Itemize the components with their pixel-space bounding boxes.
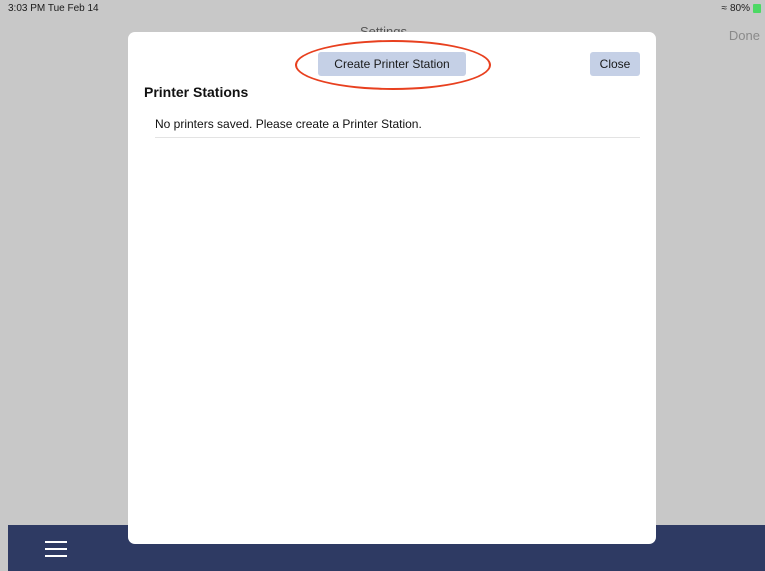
status-bar: 3:03 PM Tue Feb 14 ≈ 80%	[0, 0, 765, 16]
battery-percent: 80%	[729, 3, 750, 14]
section-title: Printer Stations	[144, 84, 249, 100]
close-button[interactable]: Close	[590, 52, 640, 76]
wifi-icon: ≈	[721, 3, 727, 14]
battery-icon	[753, 4, 761, 13]
empty-state-message: No printers saved. Please create a Print…	[155, 117, 422, 131]
list-divider	[155, 137, 640, 138]
create-printer-station-button[interactable]: Create Printer Station	[318, 52, 466, 76]
printer-stations-modal: Create Printer Station Close Printer Sta…	[128, 32, 656, 544]
status-time: 3:03 PM Tue Feb 14	[8, 3, 99, 14]
status-right: ≈ 80%	[721, 3, 761, 14]
done-button[interactable]: Done	[729, 28, 760, 43]
menu-icon[interactable]	[45, 541, 67, 562]
